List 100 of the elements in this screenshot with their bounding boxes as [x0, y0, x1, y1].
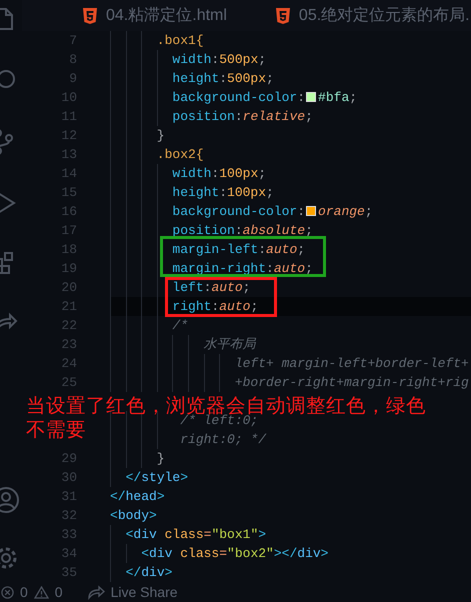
- code-token: div: [133, 527, 157, 542]
- code-token: /*: [171, 318, 188, 333]
- warning-count[interactable]: 0: [54, 582, 63, 602]
- code-token: :: [234, 109, 243, 124]
- code-token: right:0; */: [179, 432, 266, 447]
- code-token: position: [171, 109, 235, 124]
- tab-label: 05.绝对定位元素的布局.: [298, 6, 470, 26]
- code-token: width: [171, 166, 212, 181]
- code-token: :: [211, 166, 220, 181]
- code-token: right: [171, 299, 212, 314]
- code-token: ;: [305, 223, 313, 238]
- code-token: ;: [258, 166, 266, 181]
- code-token: absolute: [242, 223, 306, 238]
- code-token: :: [297, 204, 306, 219]
- code-token: auto: [266, 242, 298, 257]
- code-token: =: [219, 546, 228, 561]
- code-token: auto: [219, 299, 250, 314]
- code-token: 100px: [227, 185, 266, 200]
- code-token: ;: [250, 299, 258, 314]
- code-token: div: [141, 565, 165, 580]
- account-icon[interactable]: [0, 486, 20, 514]
- code-token: ;: [364, 204, 373, 219]
- file-tab[interactable]: 05.绝对定位元素的布局.: [276, 4, 470, 28]
- code-token: .box2: [156, 147, 196, 162]
- code-token: ;: [266, 185, 274, 200]
- code-token: {: [196, 147, 204, 162]
- code-token: 水平布局: [202, 337, 256, 352]
- code-token: /* left:0;: [180, 413, 258, 428]
- code-token: >: [180, 470, 188, 485]
- code-token: ;: [305, 109, 313, 124]
- code-token: body: [118, 508, 150, 523]
- code-token: div: [297, 546, 321, 561]
- annotation-text: 不需要: [26, 420, 86, 440]
- code-token: >: [320, 546, 328, 561]
- code-token: div: [149, 546, 172, 561]
- code-token: <: [124, 527, 134, 542]
- code-token: :: [297, 90, 306, 105]
- code-token: :: [219, 185, 228, 200]
- code-token: relative: [242, 109, 306, 124]
- code-token: #bfa: [318, 90, 350, 105]
- code-token: </: [124, 470, 142, 485]
- code-token: ;: [305, 261, 313, 276]
- code-token: :: [266, 261, 274, 276]
- code-token: }: [156, 128, 165, 143]
- html5-icon: [276, 8, 290, 24]
- code-token: >: [164, 565, 172, 580]
- error-icon[interactable]: [1, 586, 14, 598]
- error-count[interactable]: 0: [20, 582, 28, 602]
- file-tab[interactable]: 04.粘滞定位.html: [83, 4, 227, 28]
- code-token: .box1: [156, 33, 196, 48]
- code-token: :: [211, 52, 220, 67]
- code-token: auto: [274, 261, 306, 276]
- code-token: =: [204, 527, 212, 542]
- code-token: class: [164, 527, 204, 542]
- code-token: :: [234, 223, 243, 238]
- annotation-text: 当设置了红色，浏览器会自动调整红色，绿色: [26, 396, 426, 416]
- code-token: :: [211, 299, 220, 314]
- code-token: style: [141, 470, 180, 485]
- code-token: </: [124, 565, 142, 580]
- code-token: >: [258, 527, 266, 542]
- code-token: {: [196, 33, 204, 48]
- code-token: ;: [297, 242, 306, 257]
- code-token: :: [219, 71, 228, 86]
- code-token: >: [149, 508, 157, 523]
- tab-label: 04.粘滞定位.html: [106, 6, 227, 26]
- code-token: </: [110, 489, 126, 504]
- code-token: 500px: [227, 71, 266, 86]
- code-token: orange: [318, 204, 365, 219]
- code-token: position: [171, 223, 235, 238]
- live-share-label[interactable]: Live Share: [110, 582, 178, 602]
- code-token: <: [140, 546, 150, 561]
- code-token: 100px: [219, 166, 258, 181]
- code-token: head: [126, 489, 157, 504]
- code-token: background-color: [171, 90, 298, 105]
- code-token: >: [156, 489, 165, 504]
- code-token: <: [110, 508, 118, 523]
- code-token: +border-right+margin-right+rig: [234, 375, 469, 390]
- code-token: ;: [266, 71, 274, 86]
- code-token: background-color: [171, 204, 298, 219]
- code-token: left+ margin-left+border-left+: [234, 356, 469, 371]
- code-token: height: [171, 71, 220, 86]
- code-token: :: [258, 242, 266, 257]
- code-token: class: [179, 546, 220, 561]
- code-token: margin-left: [171, 242, 258, 257]
- code-token: left: [171, 280, 204, 295]
- code-token: ;: [349, 90, 358, 105]
- code-token: auto: [211, 280, 243, 295]
- code-token: 500px: [219, 52, 258, 67]
- warning-icon[interactable]: [34, 586, 49, 598]
- code-token: :: [204, 280, 212, 295]
- code-token: "box1": [211, 527, 258, 542]
- code-token: }: [156, 451, 165, 466]
- code-token: width: [171, 52, 212, 67]
- code-token: "box2": [227, 546, 274, 561]
- share-arrow-icon[interactable]: [86, 584, 105, 600]
- code-token: ;: [258, 52, 266, 67]
- code-token: margin-right: [171, 261, 266, 276]
- code-token: height: [171, 185, 220, 200]
- code-token: ></: [274, 546, 298, 561]
- html5-icon: [83, 8, 97, 24]
